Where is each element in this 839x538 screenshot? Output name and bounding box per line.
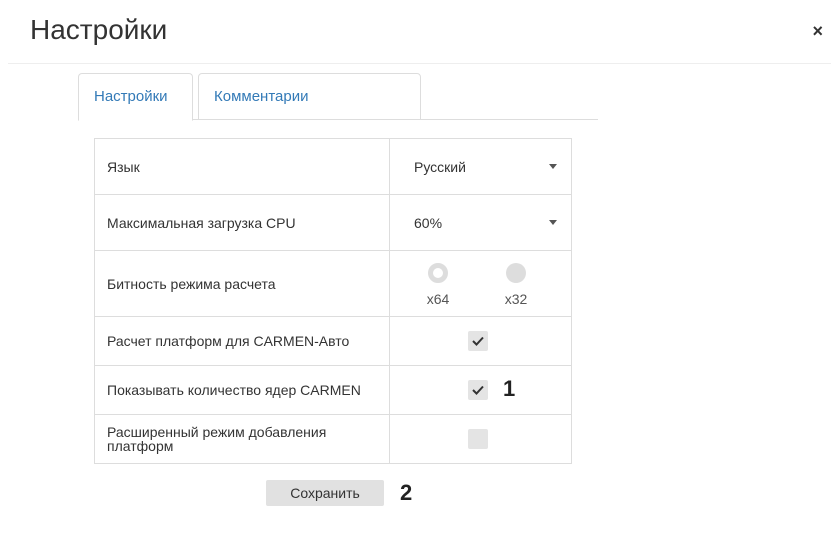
- language-select-value: Русский: [414, 158, 466, 175]
- cpu-select-value: 60%: [414, 214, 443, 231]
- setting-label: Битность режима расчета: [94, 250, 390, 317]
- setting-row-show-cores: Показывать количество ядер CARMEN: [94, 365, 572, 415]
- header-divider: [8, 63, 831, 64]
- radio-label: x64: [426, 291, 450, 307]
- tab-comments[interactable]: Комментарии: [198, 73, 421, 120]
- tab-settings[interactable]: Настройки: [78, 73, 193, 121]
- radio-x64[interactable]: x64: [418, 263, 458, 307]
- save-button[interactable]: Сохранить: [266, 480, 384, 506]
- carmen-auto-checkbox[interactable]: [468, 331, 488, 351]
- close-icon[interactable]: ×: [812, 22, 823, 40]
- callout-number-2: 2: [400, 480, 413, 505]
- setting-label: Максимальная загрузка CPU: [94, 194, 390, 251]
- checkmark-icon: [472, 385, 484, 395]
- chevron-down-icon: [549, 164, 557, 169]
- setting-label: Язык: [94, 138, 390, 195]
- extended-mode-checkbox[interactable]: [468, 429, 488, 449]
- setting-label: Расширенный режим добавления платформ: [94, 414, 390, 464]
- setting-label: Расчет платформ для CARMEN-Авто: [94, 316, 390, 366]
- settings-table: Язык Русский Максимальная загрузка CPU 6…: [94, 138, 572, 464]
- setting-row-language: Язык Русский: [94, 138, 572, 195]
- checkmark-icon: [472, 336, 484, 346]
- modal-title: Настройки: [30, 14, 168, 45]
- tab-bar: Настройки Комментарии: [78, 73, 598, 121]
- callout-number-1: 1: [503, 376, 516, 401]
- setting-row-carmen-auto: Расчет платформ для CARMEN-Авто: [94, 316, 572, 366]
- language-select[interactable]: Русский: [414, 139, 557, 194]
- radio-x32[interactable]: x32: [496, 263, 536, 307]
- setting-label: Показывать количество ядер CARMEN: [94, 365, 390, 415]
- radio-unselected-icon[interactable]: [506, 263, 526, 283]
- setting-row-extended-mode: Расширенный режим добавления платформ: [94, 414, 572, 464]
- setting-row-bitness: Битность режима расчета x64 x32: [94, 250, 572, 317]
- show-cores-checkbox[interactable]: [468, 380, 488, 400]
- setting-row-cpu: Максимальная загрузка CPU 60%: [94, 194, 572, 251]
- chevron-down-icon: [549, 220, 557, 225]
- radio-label: x32: [504, 291, 528, 307]
- cpu-select[interactable]: 60%: [414, 195, 557, 250]
- radio-selected-icon[interactable]: [428, 263, 448, 283]
